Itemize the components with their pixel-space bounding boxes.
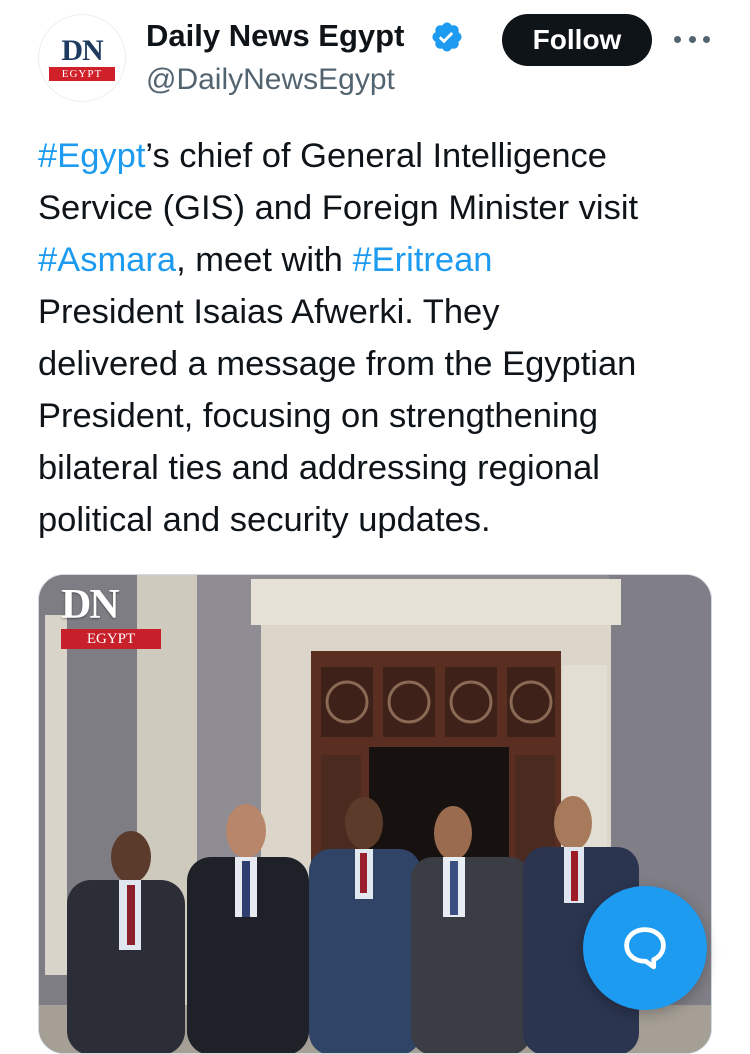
tweet-text: #Egypt’s chief of General Intelligence Se… <box>38 130 728 546</box>
follow-button[interactable]: Follow <box>502 14 652 66</box>
tweet-line: #Egypt’s chief of General Intelligence <box>38 130 728 182</box>
tweet-line: political and security updates. <box>38 494 728 546</box>
tweet-line: Service (GIS) and Foreign Minister visit <box>38 182 728 234</box>
more-dot <box>688 35 696 43</box>
author-name[interactable]: Daily News Egypt <box>146 16 404 56</box>
more-icon[interactable] <box>674 30 710 48</box>
tweet-text-segment: Service (GIS) and Foreign Minister visit <box>38 189 639 227</box>
avatar-logo-text: DN <box>61 34 103 67</box>
chat-bubble-button[interactable] <box>583 886 707 1010</box>
tweet-line: President Isaias Afwerki. They <box>38 286 728 338</box>
tweet-text-segment: political and security updates. <box>38 501 491 539</box>
hashtag-link[interactable]: #Egypt <box>38 137 145 175</box>
author-avatar[interactable]: DN EGYPT <box>38 14 126 102</box>
tweet-line: #Asmara, meet with #Eritrean <box>38 234 728 286</box>
more-dot <box>703 35 710 43</box>
author-handle[interactable]: @DailyNewsEgypt <box>146 60 395 100</box>
hashtag-link[interactable]: #Eritrean <box>352 241 492 279</box>
photo-watermark: DN EGYPT <box>61 583 161 649</box>
tweet-text-segment: delivered a message from the Egyptian <box>38 345 637 383</box>
tweet-line: delivered a message from the Egyptian <box>38 338 728 390</box>
watermark-text: DN <box>61 582 120 628</box>
avatar-logo-subtext: EGYPT <box>49 67 115 81</box>
more-dot <box>674 35 681 43</box>
tweet-line: President, focusing on strengthening <box>38 390 728 442</box>
tweet-text-segment: President Isaias Afwerki. They <box>38 293 500 331</box>
watermark-subtext: EGYPT <box>61 629 161 649</box>
verified-badge-icon <box>432 22 462 52</box>
tweet-text-segment: , meet with <box>176 241 353 279</box>
tweet-text-segment: President, focusing on strengthening <box>38 397 599 435</box>
tweet-text-segment: ’s chief of General Intelligence <box>145 137 607 175</box>
hashtag-link[interactable]: #Asmara <box>38 241 176 279</box>
tweet-line: bilateral ties and addressing regional <box>38 442 728 494</box>
tweet-text-segment: bilateral ties and addressing regional <box>38 449 600 487</box>
chat-bubble-icon <box>624 927 666 970</box>
